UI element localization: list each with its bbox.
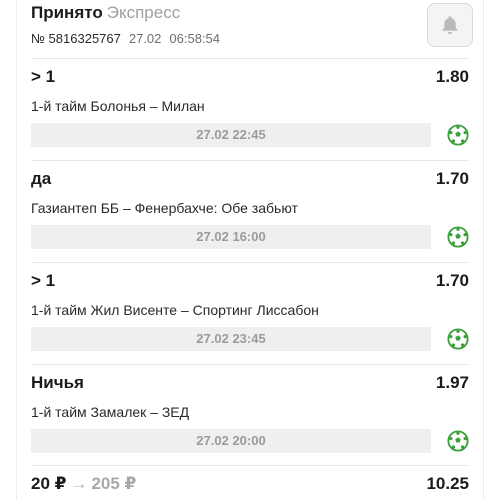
bet-event[interactable]: Газиантеп ББ – Фенербахче: Обе забьют — [31, 199, 298, 217]
bet-meta: № 5816325767 27.02 06:58:54 — [31, 32, 220, 46]
bet-start-time: 27.02 16:00 — [31, 225, 431, 249]
bet-item: > 1 1.80 1-й тайм Болонья – Милан 27.02 … — [31, 58, 469, 160]
bet-odds: 1.97 — [435, 373, 469, 392]
bet-outcome: Ничья — [31, 373, 84, 392]
bet-outcome: да — [31, 169, 52, 188]
bet-summary: 20 ₽ → 205 ₽ 10.25 — [31, 474, 469, 494]
stake-line: 20 ₽ → 205 ₽ — [31, 474, 136, 494]
bet-start-time: 27.02 20:00 — [31, 429, 431, 453]
bet-start-time: 27.02 23:45 — [31, 327, 431, 351]
bet-outcome: > 1 — [31, 271, 56, 290]
bet-item: Ничья 1.97 1-й тайм Замалек – ЗЕД 27.02 … — [31, 364, 469, 466]
soccer-ball-icon[interactable] — [447, 328, 469, 350]
bet-time: 06:58:54 — [169, 31, 221, 46]
bell-icon — [442, 16, 458, 35]
status-label: Принято — [31, 3, 103, 22]
bet-odds: 1.70 — [435, 169, 469, 188]
bet-event[interactable]: 1-й тайм Болонья – Милан — [31, 97, 205, 115]
bet-type-label: Экспресс — [106, 3, 181, 22]
divider — [31, 465, 469, 466]
bet-outcome: > 1 — [31, 67, 56, 86]
bet-start-time: 27.02 22:45 — [31, 123, 431, 147]
soccer-ball-icon[interactable] — [447, 226, 469, 248]
bet-date: 27.02 — [128, 31, 162, 46]
notification-button[interactable] — [427, 3, 473, 47]
total-odds: 10.25 — [426, 474, 469, 493]
bet-header: Принято Экспресс № 5816325767 27.02 06:58:5… — [31, 0, 473, 58]
bet-card: Принято Экспресс № 5816325767 27.02 06:58:5… — [16, 0, 484, 500]
soccer-ball-icon[interactable] — [447, 124, 469, 146]
bet-event[interactable]: 1-й тайм Жил Висенте – Спортинг Лиссабон — [31, 301, 319, 319]
arrow-right-icon: → — [70, 474, 88, 493]
potential-payout: 205 ₽ — [91, 474, 137, 493]
soccer-ball-icon[interactable] — [447, 430, 469, 452]
bet-odds: 1.80 — [435, 67, 469, 86]
bet-item: > 1 1.70 1-й тайм Жил Висенте – Спортинг… — [31, 262, 469, 364]
bet-odds: 1.70 — [435, 271, 469, 290]
bet-event[interactable]: 1-й тайм Замалек – ЗЕД — [31, 403, 189, 421]
bet-status: Принято Экспресс — [31, 4, 180, 22]
bet-item: да 1.70 Газиантеп ББ – Фенербахче: Обе з… — [31, 160, 469, 262]
bet-number: № 5816325767 — [31, 31, 121, 46]
stake-amount: 20 ₽ — [31, 474, 67, 493]
